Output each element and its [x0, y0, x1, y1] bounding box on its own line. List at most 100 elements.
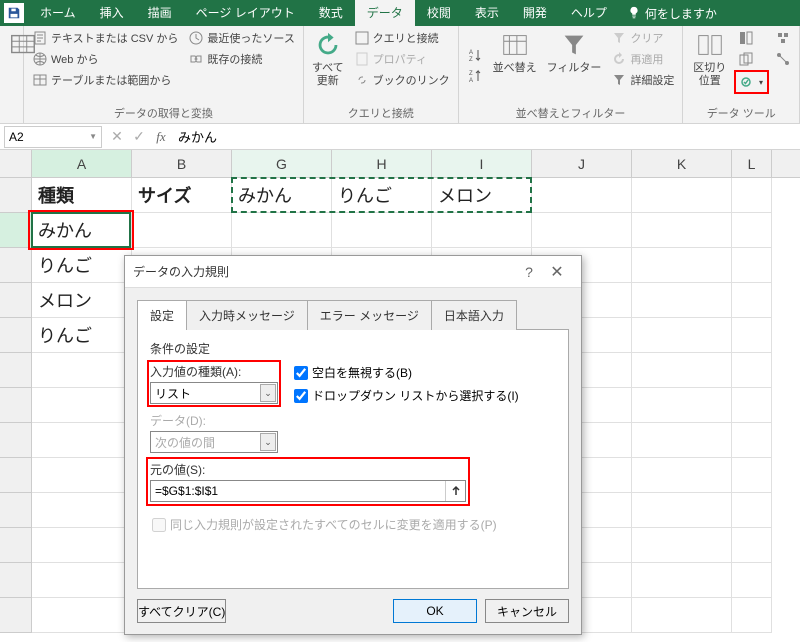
- cell-L4[interactable]: [732, 283, 772, 318]
- row-header-1[interactable]: [0, 178, 32, 213]
- tab-developer[interactable]: 開発: [511, 0, 559, 26]
- cell-L5[interactable]: [732, 318, 772, 353]
- col-header-J[interactable]: J: [532, 150, 632, 177]
- cell[interactable]: [732, 353, 772, 388]
- cell-J1[interactable]: [532, 178, 632, 213]
- formula-input[interactable]: [172, 129, 800, 144]
- cell[interactable]: [632, 598, 732, 633]
- cell-K1[interactable]: [632, 178, 732, 213]
- row-header-2[interactable]: [0, 213, 32, 248]
- save-icon[interactable]: [4, 3, 24, 23]
- cell[interactable]: [632, 423, 732, 458]
- cell[interactable]: [32, 493, 132, 528]
- col-header-B[interactable]: B: [132, 150, 232, 177]
- queries-connections-button[interactable]: クエリと接続: [350, 28, 454, 48]
- refresh-all-button[interactable]: すべて 更新: [308, 28, 348, 103]
- cell[interactable]: [732, 563, 772, 598]
- cell[interactable]: [632, 458, 732, 493]
- cell-A2[interactable]: みかん: [32, 213, 132, 248]
- row-header-11[interactable]: [0, 528, 32, 563]
- clear-filter-button[interactable]: クリア: [607, 28, 678, 48]
- sort-az-button[interactable]: AZ: [463, 45, 487, 65]
- filter-button[interactable]: フィルター: [543, 28, 606, 103]
- tab-help[interactable]: ヘルプ: [559, 0, 619, 26]
- cell[interactable]: [632, 353, 732, 388]
- sort-za-button[interactable]: ZA: [463, 66, 487, 86]
- dialog-tab-input-message[interactable]: 入力時メッセージ: [186, 300, 308, 330]
- row-header-5[interactable]: [0, 318, 32, 353]
- text-to-columns-button[interactable]: 区切り位置: [687, 28, 732, 103]
- tab-draw[interactable]: 描画: [136, 0, 184, 26]
- cell[interactable]: [32, 423, 132, 458]
- row-header-9[interactable]: [0, 458, 32, 493]
- dialog-tab-ime[interactable]: 日本語入力: [431, 300, 517, 330]
- row-header-6[interactable]: [0, 353, 32, 388]
- dialog-tab-error-alert[interactable]: エラー メッセージ: [307, 300, 432, 330]
- cell[interactable]: [32, 528, 132, 563]
- insert-function-button[interactable]: fx: [150, 129, 172, 145]
- existing-connections-button[interactable]: 既存の接続: [184, 49, 298, 69]
- cell[interactable]: [732, 458, 772, 493]
- col-header-A[interactable]: A: [32, 150, 132, 177]
- tab-pagelayout[interactable]: ページ レイアウト: [184, 0, 307, 26]
- cell-J2[interactable]: [532, 213, 632, 248]
- advanced-filter-button[interactable]: 詳細設定: [607, 70, 678, 90]
- ignore-blank-checkbox[interactable]: 空白を無視する(B): [294, 364, 519, 381]
- tab-home[interactable]: ホーム: [28, 0, 88, 26]
- row-header-13[interactable]: [0, 598, 32, 633]
- cell[interactable]: [732, 388, 772, 423]
- name-box[interactable]: A2 ▼: [4, 126, 102, 148]
- sort-button[interactable]: 並べ替え: [489, 28, 541, 103]
- cell[interactable]: [632, 493, 732, 528]
- range-picker-button[interactable]: [445, 481, 465, 501]
- row-header-10[interactable]: [0, 493, 32, 528]
- cell-A1[interactable]: 種類: [32, 178, 132, 213]
- reapply-button[interactable]: 再適用: [607, 49, 678, 69]
- cell[interactable]: [32, 598, 132, 633]
- relationships-button[interactable]: [771, 49, 795, 69]
- source-input[interactable]: [151, 484, 445, 498]
- clear-all-button[interactable]: すべてクリア(C): [137, 599, 226, 623]
- col-header-G[interactable]: G: [232, 150, 332, 177]
- tab-view[interactable]: 表示: [463, 0, 511, 26]
- cell-I1[interactable]: メロン: [432, 178, 532, 213]
- formula-enter-button[interactable]: ✓: [128, 128, 150, 145]
- cell-K4[interactable]: [632, 283, 732, 318]
- cell-I2[interactable]: [432, 213, 532, 248]
- consolidate-button[interactable]: [771, 28, 795, 48]
- flash-fill-button[interactable]: [734, 28, 769, 48]
- dialog-help-button[interactable]: ?: [517, 264, 541, 280]
- data-validation-button[interactable]: ▾: [736, 72, 767, 92]
- cell[interactable]: [32, 388, 132, 423]
- formula-cancel-button[interactable]: ✕: [106, 128, 128, 145]
- row-header-7[interactable]: [0, 388, 32, 423]
- cell-K3[interactable]: [632, 248, 732, 283]
- dialog-tab-settings[interactable]: 設定: [137, 300, 187, 330]
- cell-B2[interactable]: [132, 213, 232, 248]
- cell-L2[interactable]: [732, 213, 772, 248]
- cell-G1[interactable]: みかん: [232, 178, 332, 213]
- cancel-button[interactable]: キャンセル: [485, 599, 569, 623]
- tab-review[interactable]: 校閲: [415, 0, 463, 26]
- row-header-4[interactable]: [0, 283, 32, 318]
- cell[interactable]: [32, 563, 132, 598]
- cell-H1[interactable]: りんご: [332, 178, 432, 213]
- cell-L3[interactable]: [732, 248, 772, 283]
- row-header-8[interactable]: [0, 423, 32, 458]
- cell-K5[interactable]: [632, 318, 732, 353]
- cell[interactable]: [632, 388, 732, 423]
- row-header-12[interactable]: [0, 563, 32, 598]
- cell-B1[interactable]: サイズ: [132, 178, 232, 213]
- col-header-L[interactable]: L: [732, 150, 772, 177]
- tell-me-search[interactable]: 何をしますか: [627, 5, 717, 22]
- allow-select[interactable]: リスト ⌄: [150, 382, 278, 404]
- col-header-I[interactable]: I: [432, 150, 532, 177]
- cell[interactable]: [732, 423, 772, 458]
- dialog-close-button[interactable]: ✕: [541, 262, 573, 282]
- cell[interactable]: [732, 493, 772, 528]
- recent-sources-button[interactable]: 最近使ったソース: [184, 28, 298, 48]
- cell[interactable]: [732, 528, 772, 563]
- cell-A4[interactable]: メロン: [32, 283, 132, 318]
- ok-button[interactable]: OK: [393, 599, 477, 623]
- properties-button[interactable]: プロパティ: [350, 49, 454, 69]
